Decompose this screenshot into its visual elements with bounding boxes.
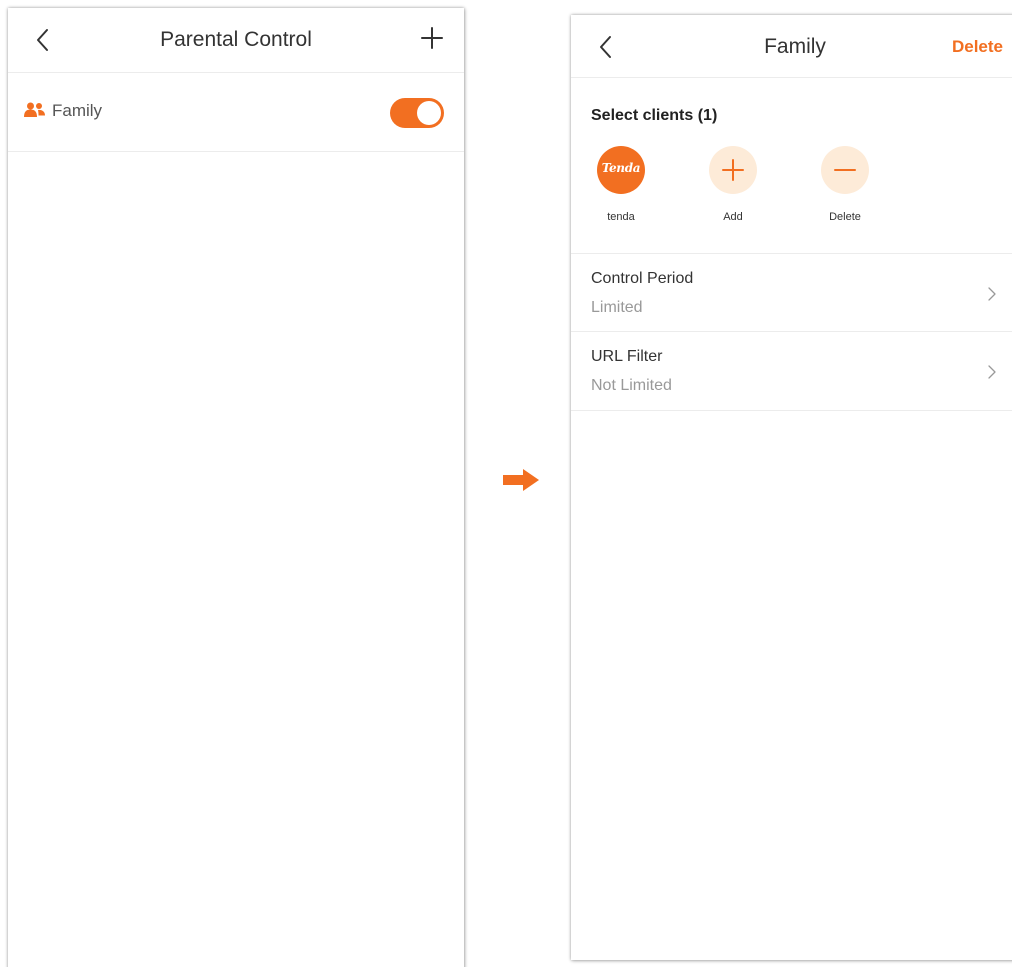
- client-label: tenda: [607, 211, 635, 223]
- plus-icon[interactable]: [420, 26, 444, 50]
- remove-client-label: Delete: [829, 211, 861, 223]
- minus-icon: [834, 169, 856, 171]
- users-icon: [24, 102, 45, 117]
- group-enable-toggle[interactable]: [390, 98, 444, 128]
- group-name: Family: [52, 101, 103, 120]
- canvas: Parental Control Family Family Delete Se…: [0, 0, 1012, 967]
- client-avatar: Tenda: [597, 146, 645, 194]
- tenda-logo: Tenda: [601, 161, 641, 175]
- setting-value: Limited: [591, 299, 643, 316]
- divider: [571, 410, 1012, 411]
- setting-value: Not Limited: [591, 377, 672, 394]
- chevron-right-icon: [988, 365, 996, 379]
- delete-group-button[interactable]: Delete: [952, 37, 1003, 57]
- add-client-circle: [709, 146, 757, 194]
- select-clients-label: Select clients (1): [591, 107, 718, 124]
- client-item-tenda[interactable]: Tenda tenda: [591, 146, 651, 223]
- control-period-row[interactable]: Control Period Limited: [571, 254, 1012, 332]
- parental-control-screen: Parental Control Family: [8, 8, 464, 967]
- plus-icon: [722, 159, 744, 181]
- setting-title: Control Period: [591, 270, 694, 287]
- navbar: Family Delete: [571, 15, 1012, 78]
- toggle-knob: [417, 101, 441, 125]
- navbar: Parental Control: [8, 8, 464, 73]
- remove-client-button[interactable]: Delete: [815, 146, 875, 223]
- add-client-label: Add: [723, 211, 743, 223]
- arrow-right-icon: [503, 469, 539, 491]
- page-title: Parental Control: [160, 28, 312, 51]
- family-screen: Family Delete Select clients (1) Tenda t…: [571, 15, 1012, 960]
- remove-client-circle: [821, 146, 869, 194]
- url-filter-row[interactable]: URL Filter Not Limited: [571, 332, 1012, 410]
- page-title: Family: [764, 35, 826, 58]
- group-row-family[interactable]: Family: [8, 73, 464, 152]
- add-client-button[interactable]: Add: [703, 146, 763, 223]
- chevron-right-icon: [988, 287, 996, 301]
- setting-title: URL Filter: [591, 348, 663, 365]
